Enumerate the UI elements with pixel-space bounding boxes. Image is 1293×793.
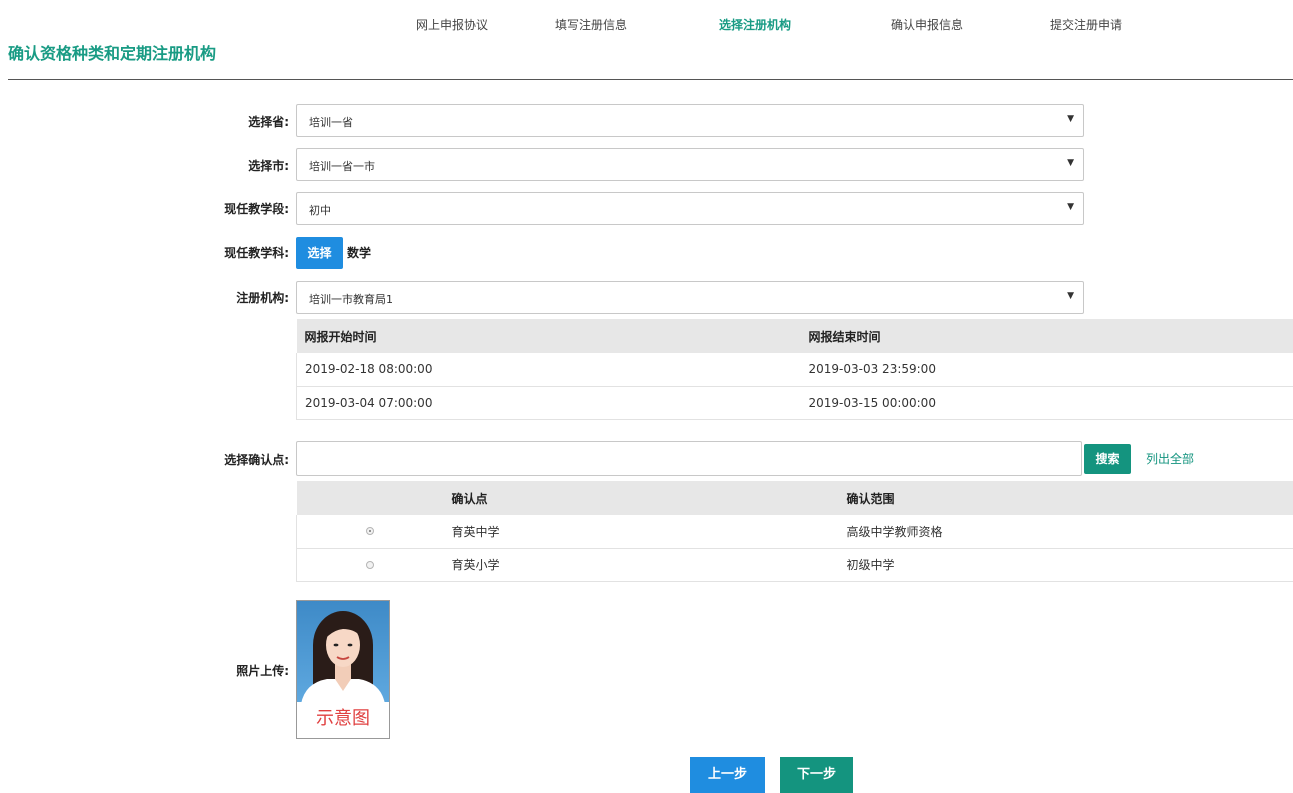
dropdown-arrow-icon: ▼ <box>1067 114 1074 124</box>
step-choose-institution: 选择注册机构 <box>719 18 792 32</box>
stage-select[interactable]: 初中 ▼ <box>296 192 1084 225</box>
dropdown-arrow-icon: ▼ <box>1067 158 1074 168</box>
confirm-point-name: 育英中学 <box>443 515 839 549</box>
dropdown-arrow-icon: ▼ <box>1067 202 1074 212</box>
institution-value: 培训一市教育局1 <box>309 293 393 306</box>
step-submit: 提交注册申请 <box>1050 18 1123 32</box>
institution-label: 注册机构: <box>236 291 289 305</box>
table-header-row: 确认点 确认范围 <box>296 481 1293 515</box>
page-title: 确认资格种类和定期注册机构 <box>8 44 217 63</box>
photo-label: 照片上传: <box>236 664 289 678</box>
photo-upload[interactable]: 示意图 <box>296 600 390 739</box>
list-all-link[interactable]: 列出全部 <box>1146 450 1194 467</box>
step-confirm-info: 确认申报信息 <box>891 18 964 32</box>
table-row: 2019-02-18 08:00:00 2019-03-03 23:59:00 <box>296 353 1293 387</box>
radio-button[interactable] <box>366 560 375 569</box>
radio-cell[interactable] <box>296 515 444 549</box>
province-value: 培训一省 <box>309 116 353 129</box>
table-row: 2019-03-04 07:00:00 2019-03-15 00:00:00 <box>296 386 1293 420</box>
step-agreement: 网上申报协议 <box>416 18 489 32</box>
stage-value: 初中 <box>309 204 331 217</box>
next-step-button[interactable]: 下一步 <box>780 757 853 793</box>
confirm-point-table: 确认点 确认范围 育英中学 高级中学教师资格 育英小学 初级中学 <box>296 481 1293 582</box>
table-row[interactable]: 育英小学 初级中学 <box>296 548 1293 582</box>
end-time-cell: 2019-03-15 00:00:00 <box>800 386 1293 420</box>
column-header: 网报结束时间 <box>800 319 1293 353</box>
column-header: 确认点 <box>443 481 839 515</box>
city-label: 选择市: <box>248 159 289 173</box>
radio-button[interactable] <box>366 527 375 536</box>
registration-period-table: 网报开始时间 网报结束时间 2019-02-18 08:00:00 2019-0… <box>296 319 1293 420</box>
title-divider <box>8 79 1293 80</box>
previous-step-button[interactable]: 上一步 <box>690 757 765 793</box>
start-time-cell: 2019-03-04 07:00:00 <box>296 386 801 420</box>
column-header: 网报开始时间 <box>296 319 801 353</box>
photo-caption: 示意图 <box>297 702 389 738</box>
table-header-row: 网报开始时间 网报结束时间 <box>296 319 1293 353</box>
portrait-image <box>301 611 385 704</box>
subject-value: 数学 <box>347 246 372 260</box>
confirm-point-scope: 高级中学教师资格 <box>838 515 1293 549</box>
confirm-point-label: 选择确认点: <box>224 453 289 467</box>
choose-subject-button[interactable]: 选择 <box>296 237 343 269</box>
subject-label: 现任教学科: <box>224 246 289 260</box>
end-time-cell: 2019-03-03 23:59:00 <box>800 353 1293 387</box>
search-button[interactable]: 搜索 <box>1084 444 1131 474</box>
institution-select[interactable]: 培训一市教育局1 ▼ <box>296 281 1084 314</box>
column-header <box>296 481 444 515</box>
column-header: 确认范围 <box>838 481 1293 515</box>
dropdown-arrow-icon: ▼ <box>1067 291 1074 301</box>
province-select[interactable]: 培训一省 ▼ <box>296 104 1084 137</box>
radio-cell[interactable] <box>296 548 444 582</box>
confirm-point-search-input[interactable] <box>296 441 1082 476</box>
confirm-point-scope: 初级中学 <box>838 548 1293 582</box>
confirm-point-name: 育英小学 <box>443 548 839 582</box>
stage-label: 现任教学段: <box>224 202 289 216</box>
city-select[interactable]: 培训一省一市 ▼ <box>296 148 1084 181</box>
table-row[interactable]: 育英中学 高级中学教师资格 <box>296 515 1293 549</box>
step-fill-info: 填写注册信息 <box>555 18 628 32</box>
province-label: 选择省: <box>248 115 289 129</box>
city-value: 培训一省一市 <box>309 160 375 173</box>
start-time-cell: 2019-02-18 08:00:00 <box>296 353 801 387</box>
